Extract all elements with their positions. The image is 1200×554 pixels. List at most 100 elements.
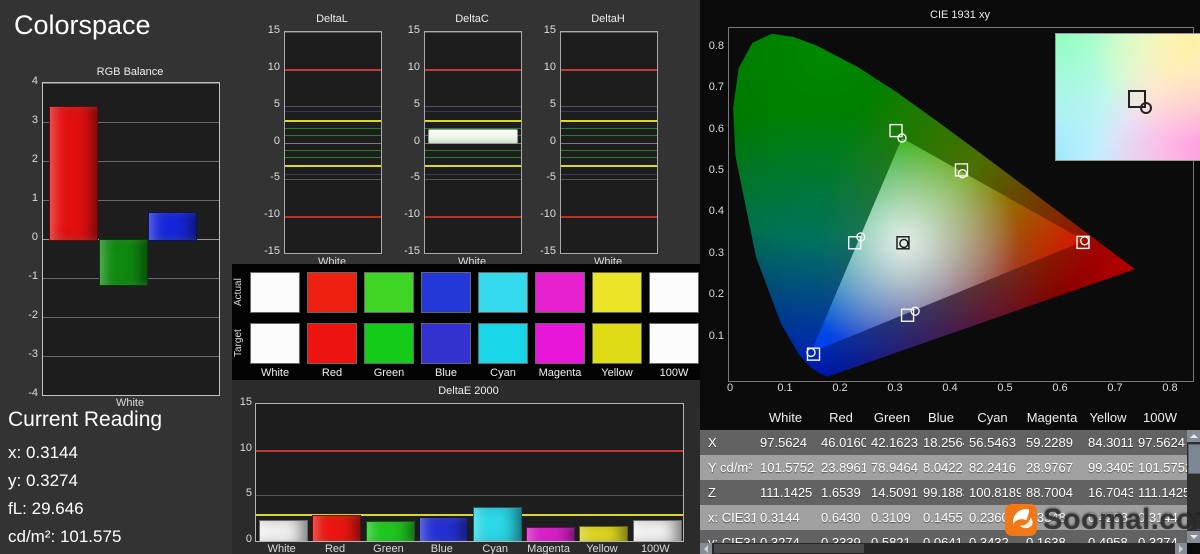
swatch-label: Cyan — [490, 367, 516, 379]
gridline — [561, 179, 657, 181]
table-cell: 28.9767 — [1026, 460, 1073, 475]
column-header: White — [768, 409, 803, 425]
table-cell: 0.1455 — [923, 510, 963, 525]
table-row-1[interactable]: X 97.5624 46.0160 42.1623 18.2564 56.5463 59.2… — [700, 430, 1187, 455]
rgb-balance-bar-green — [98, 239, 148, 286]
cie-y-tick-label: 0.4 — [708, 205, 724, 218]
delta-e-bar-cyan — [472, 507, 522, 541]
swatch-label: Red — [321, 367, 343, 379]
y-tick-label: 15 — [239, 396, 252, 408]
whitepoint-zoom-inset — [1055, 33, 1200, 161]
swatch-actual-blue — [421, 272, 471, 313]
table-row-2[interactable]: Y cd/m² 101.5752 23.8961 78.9464 8.0422 82.24… — [700, 455, 1187, 480]
table-cell: 97.5624 — [760, 435, 807, 450]
cie-x-tick-label: 0.6 — [1052, 382, 1068, 394]
reference-line — [561, 135, 657, 137]
swatch-target-cyan — [478, 323, 528, 364]
y-tick-label: -15 — [404, 245, 420, 257]
reference-line — [561, 127, 657, 129]
swatch-actual-100w — [649, 272, 699, 313]
reference-line — [425, 149, 521, 151]
watermark: Soomal.com — [1004, 503, 1200, 537]
y-tick-label: -4 — [28, 387, 38, 399]
swatch-actual-magenta — [535, 272, 585, 313]
y-tick-label: 10 — [239, 441, 252, 454]
table-cell: 14.5091 — [871, 485, 918, 500]
y-tick-label: -5 — [410, 171, 420, 184]
column-header: Green — [873, 409, 911, 425]
delta-e-title: DeltaE 2000 — [438, 385, 499, 397]
cie-y-tick-label: 0.8 — [708, 39, 724, 52]
table-cell: 8.0422 — [923, 460, 963, 475]
y-tick-label: 3 — [31, 114, 38, 126]
table-cell: 59.2289 — [1026, 435, 1073, 450]
table-cell: 0.6430 — [821, 510, 861, 525]
y-tick-label: -2 — [28, 309, 38, 321]
swatch-actual-white — [250, 272, 300, 313]
swatch-row-label-target: Target — [233, 329, 244, 358]
vertical-scroll-thumb[interactable] — [1188, 444, 1200, 474]
swatch-label: 100W — [659, 367, 689, 379]
x-tick-label: White — [267, 543, 296, 554]
gridline — [285, 142, 381, 144]
arrow-left-icon — [700, 544, 708, 553]
row-label: Y cd/m² — [708, 460, 753, 475]
gridline — [425, 105, 521, 107]
delta-e-bar-magenta — [525, 527, 575, 541]
swatch-target-red — [307, 323, 357, 364]
reference-line — [561, 216, 657, 219]
column-header: Cyan — [977, 409, 1008, 425]
reading-y: y: 0.3274 — [8, 471, 78, 490]
scroll-left-button[interactable] — [700, 543, 712, 554]
table-cell: 0.3109 — [871, 510, 911, 525]
table-horizontal-scrollbar[interactable] — [700, 543, 1187, 554]
column-header: 100W — [1143, 409, 1177, 425]
table-cell: 99.3405 — [1088, 460, 1133, 475]
delta-e-bar-red — [312, 514, 362, 541]
horizontal-scroll-thumb[interactable] — [714, 544, 864, 553]
arrow-up-icon — [1189, 430, 1198, 438]
colorspace-screen: Colorspace RGB Balance White 4 3 2 1 0 -1 -2 -3… — [0, 0, 1200, 554]
watermark-text: Soomal.com — [1043, 503, 1200, 536]
y-tick-label: 15 — [407, 24, 420, 36]
swatch-target-yellow — [592, 323, 642, 364]
reference-line — [425, 157, 521, 159]
gridline — [285, 32, 381, 33]
reference-line — [561, 164, 657, 167]
cie-y-tick-label: 0.6 — [708, 122, 724, 135]
gridline — [425, 253, 521, 254]
gridline — [285, 179, 381, 181]
table-cell: 97.5624 — [1138, 435, 1185, 450]
row-label: x: CIE31 — [708, 510, 755, 525]
reference-line — [561, 120, 657, 123]
scroll-right-button[interactable] — [1175, 543, 1187, 554]
table-row-3[interactable]: Z 111.1425 1.6539 14.5091 99.1883 100.8189 88.… — [700, 480, 1187, 505]
gridline — [561, 253, 657, 254]
cie-x-tick-label: 0.3 — [887, 382, 903, 394]
gridline — [425, 179, 521, 181]
y-tick-label: 1 — [31, 192, 38, 204]
delta-h-chart: DeltaH White 15 10 5 0 -5 -10 -15 — [530, 10, 670, 268]
current-reading-heading: Current Reading — [8, 408, 163, 431]
scroll-up-button[interactable] — [1187, 430, 1200, 442]
y-tick-label: -10 — [404, 208, 420, 221]
delta-h-plot — [560, 31, 658, 254]
delta-c-plot — [424, 31, 522, 254]
reading-cdm2: cd/m²: 101.575 — [8, 527, 122, 546]
gridline — [561, 32, 657, 33]
y-tick-label: 0 — [549, 134, 556, 147]
reference-line — [425, 216, 521, 219]
swatch-target-100w — [649, 323, 699, 364]
cie-x-tick-label: 0.1 — [777, 382, 793, 394]
table-cell: 0.3144 — [760, 510, 800, 525]
y-tick-label: 5 — [413, 97, 420, 110]
swatch-target-blue — [421, 323, 471, 364]
swatch-label: White — [260, 367, 290, 379]
table-cell: 101.5752 — [760, 460, 815, 475]
cie-y-tick-label: 0.5 — [708, 164, 724, 176]
cie-y-tick-label: 0.7 — [708, 81, 724, 94]
cie-title: CIE 1931 xy — [930, 9, 990, 21]
x-tick-label: Green — [373, 543, 404, 554]
inset-measured-circle — [1140, 102, 1152, 114]
cie-x-tick-label: 0.5 — [997, 382, 1013, 394]
